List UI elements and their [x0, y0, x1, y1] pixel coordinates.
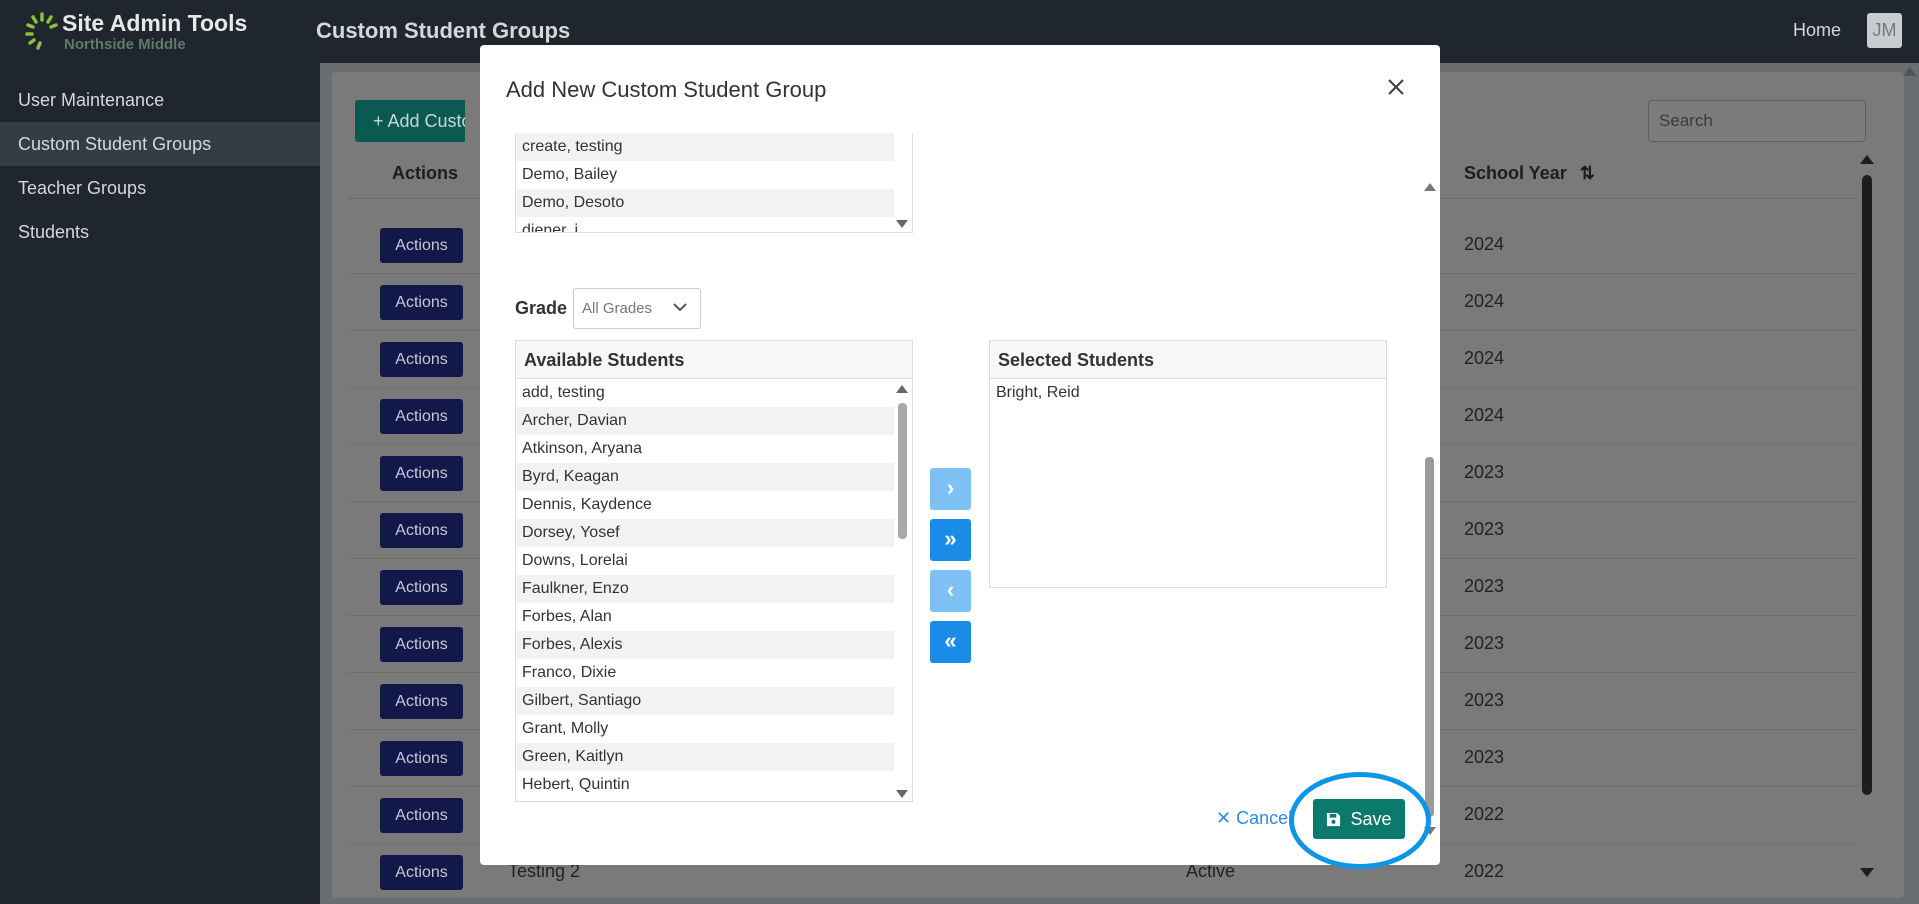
row-actions-button[interactable]: Actions: [380, 228, 463, 263]
row-actions-button[interactable]: Actions: [380, 627, 463, 662]
available-students-header: Available Students: [516, 341, 912, 379]
search-input[interactable]: Search: [1648, 100, 1866, 142]
brand-subtitle: Northside Middle: [64, 36, 186, 53]
row-school-year: 2024: [1464, 291, 1505, 311]
available-student-item[interactable]: Dorsey, Yosef: [516, 519, 894, 547]
available-student-item[interactable]: Byrd, Keagan: [516, 463, 894, 491]
selected-students-list: Bright, Reid: [990, 379, 1386, 407]
row-school-year: 2023: [1464, 462, 1505, 482]
selected-students-header: Selected Students: [990, 341, 1386, 379]
row-actions-button[interactable]: Actions: [380, 285, 463, 320]
row-school-year: 2023: [1464, 519, 1505, 539]
row-school-year: 2023: [1464, 633, 1505, 653]
available-student-item[interactable]: Dennis, Kaydence: [516, 491, 894, 519]
brand-title: Site Admin Tools: [62, 10, 248, 36]
top-list-scroll-down-arrow[interactable]: [896, 220, 908, 228]
available-student-item[interactable]: Forbes, Alan: [516, 603, 894, 631]
add-custom-group-button[interactable]: + Add Custom: [355, 100, 465, 142]
top-list[interactable]: create, testing Demo, Bailey Demo, Desoto d…: [515, 133, 913, 233]
cancel-button[interactable]: ✕ Cancel: [1216, 808, 1292, 829]
avatar[interactable]: JM: [1867, 13, 1902, 48]
row-actions-button[interactable]: Actions: [380, 684, 463, 719]
modal-title: Add New Custom Student Group: [506, 77, 827, 102]
row-actions-button[interactable]: Actions: [380, 456, 463, 491]
modal-body: create, testing Demo, Bailey Demo, Desoto d…: [480, 133, 1440, 813]
row-actions-button[interactable]: Actions: [380, 798, 463, 833]
list-item[interactable]: Demo, Desoto: [516, 189, 894, 217]
sidebar-item-custom-student-groups[interactable]: Custom Student Groups: [0, 122, 320, 166]
available-student-item[interactable]: Hebert, Quintin: [516, 771, 894, 799]
available-student-item[interactable]: add, testing: [516, 379, 894, 407]
top-list-rows: create, testing Demo, Bailey Demo, Desoto d…: [516, 133, 912, 232]
page-title: Custom Student Groups: [316, 18, 571, 43]
list-item[interactable]: diener, j: [516, 217, 894, 232]
sidebar-item-students[interactable]: Students: [0, 210, 320, 254]
available-list-scroll-up-arrow[interactable]: [896, 385, 908, 393]
add-group-modal: Add New Custom Student Group create, tes…: [480, 45, 1440, 865]
available-students-list: add, testing Archer, Davian Atkinson, Arya…: [516, 379, 912, 799]
available-student-item[interactable]: Atkinson, Aryana: [516, 435, 894, 463]
grade-select[interactable]: All Grades: [573, 288, 701, 329]
sidebar-item-user-maintenance[interactable]: User Maintenance: [0, 78, 320, 122]
available-list-scroll-down-arrow[interactable]: [896, 790, 908, 798]
remove-all-button[interactable]: «: [930, 621, 971, 663]
column-header-actions: Actions: [392, 163, 459, 183]
available-student-item[interactable]: Downs, Lorelai: [516, 547, 894, 575]
row-school-year: 2023: [1464, 690, 1505, 710]
row-school-year: 2023: [1464, 747, 1505, 767]
sidebar-nav: User Maintenance Custom Student Groups T…: [0, 78, 320, 254]
move-all-button[interactable]: »: [930, 519, 971, 561]
available-student-item[interactable]: Archer, Davian: [516, 407, 894, 435]
available-list-scrollbar[interactable]: [898, 403, 907, 539]
row-actions-button[interactable]: Actions: [380, 855, 463, 890]
available-students-panel: Available Students add, testing Archer, D…: [515, 340, 913, 802]
column-header-school-year-label: School Year: [1464, 163, 1567, 183]
row-school-year: 2024: [1464, 234, 1505, 254]
close-icon: ✕: [1216, 808, 1232, 828]
logo-icon: [25, 12, 58, 50]
modal-scrollbar[interactable]: [1425, 457, 1434, 817]
available-student-item[interactable]: Faulkner, Enzo: [516, 575, 894, 603]
chevron-down-icon: [673, 303, 687, 312]
column-header-school-year[interactable]: School Year ⇅: [1464, 163, 1595, 184]
row-actions-button[interactable]: Actions: [380, 513, 463, 548]
row-actions-button[interactable]: Actions: [380, 570, 463, 605]
row-actions-button[interactable]: Actions: [380, 741, 463, 776]
table-scroll-up-arrow[interactable]: [1860, 155, 1874, 164]
row-school-year: 2022: [1464, 861, 1505, 881]
selected-student-item[interactable]: Bright, Reid: [990, 379, 1368, 407]
available-student-item[interactable]: Forbes, Alexis: [516, 631, 894, 659]
sort-icon[interactable]: ⇅: [1580, 163, 1595, 183]
modal-scroll-up-arrow[interactable]: [1424, 183, 1436, 191]
remove-selected-button[interactable]: ‹: [930, 570, 971, 612]
table-scrollbar[interactable]: [1862, 175, 1872, 795]
selected-students-panel: Selected Students Bright, Reid: [989, 340, 1387, 588]
home-link[interactable]: Home: [1793, 20, 1841, 41]
list-item[interactable]: Demo, Bailey: [516, 161, 894, 189]
table-scroll-down-arrow[interactable]: [1860, 868, 1874, 877]
row-school-year: 2024: [1464, 348, 1505, 368]
available-student-item[interactable]: Gilbert, Santiago: [516, 687, 894, 715]
save-highlight-annotation: [1289, 772, 1431, 869]
move-selected-button[interactable]: ›: [930, 468, 971, 510]
available-student-item[interactable]: Franco, Dixie: [516, 659, 894, 687]
available-student-item[interactable]: Green, Kaitlyn: [516, 743, 894, 771]
sidebar-item-teacher-groups[interactable]: Teacher Groups: [0, 166, 320, 210]
sidebar: Site Admin Tools Northside Middle User M…: [0, 0, 320, 904]
row-school-year: 2023: [1464, 576, 1505, 596]
list-item[interactable]: create, testing: [516, 133, 894, 161]
cancel-label: Cancel: [1236, 808, 1293, 828]
page-scroll-up-arrow[interactable]: [1903, 67, 1917, 76]
grade-label: Grade: [515, 298, 568, 318]
row-actions-button[interactable]: Actions: [380, 342, 463, 377]
available-student-item[interactable]: Grant, Molly: [516, 715, 894, 743]
row-actions-button[interactable]: Actions: [380, 399, 463, 434]
row-school-year: 2024: [1464, 405, 1505, 425]
close-icon[interactable]: [1384, 75, 1408, 99]
grade-select-value: All Grades: [582, 300, 653, 317]
row-school-year: 2022: [1464, 804, 1505, 824]
